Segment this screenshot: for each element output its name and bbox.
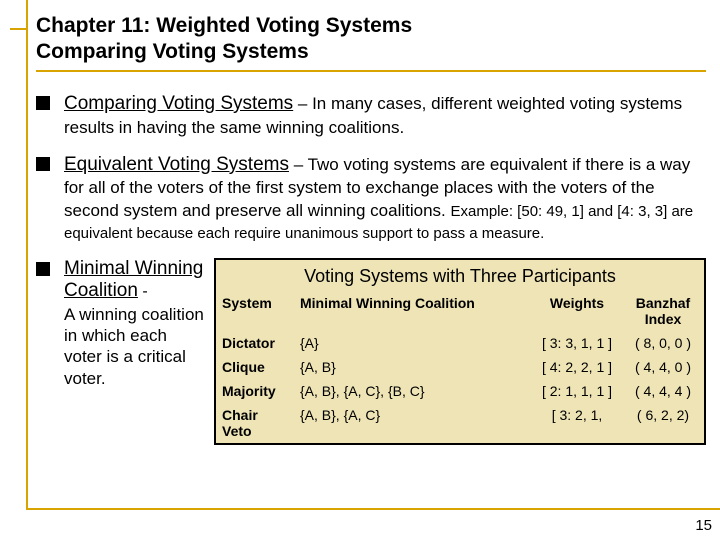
content-area: Comparing Voting Systems – In many cases… <box>36 92 706 459</box>
cell-weights: [ 4: 2, 2, 1 ] <box>532 355 622 379</box>
bullet-2-lead: Equivalent Voting Systems <box>64 154 289 175</box>
table-header-row: System Minimal Winning Coalition Weights… <box>216 291 704 331</box>
bullet-3-dash: - <box>138 283 148 300</box>
square-bullet-icon <box>36 96 50 110</box>
table-row: Dictator {A} [ 3: 3, 1, 1 ] ( 8, 0, 0 ) <box>216 331 704 355</box>
cell-weights: [ 2: 1, 1, 1 ] <box>532 379 622 403</box>
bullet-3-desc: A winning coalition in which each voter … <box>64 304 206 389</box>
chapter-title: Chapter 11: Weighted Voting Systems <box>36 14 706 38</box>
voting-systems-table: Voting Systems with Three Participants S… <box>214 258 706 445</box>
mwc-column: Minimal Winning Coalition - A winning co… <box>64 258 214 445</box>
table: System Minimal Winning Coalition Weights… <box>216 291 704 443</box>
bullet-3-lead: Minimal Winning Coalition <box>64 258 203 301</box>
cell-system: Clique <box>216 355 294 379</box>
title-underline <box>36 70 706 72</box>
bullet-1-lead: Comparing Voting Systems <box>64 93 293 114</box>
cell-banzhaf: ( 4, 4, 0 ) <box>622 355 704 379</box>
cell-mwc: {A, B}, {A, C}, {B, C} <box>294 379 532 403</box>
cell-mwc: {A} <box>294 331 532 355</box>
cell-weights: [ 3: 2, 1, <box>532 403 622 443</box>
cell-weights: [ 3: 3, 1, 1 ] <box>532 331 622 355</box>
accent-top-rule <box>10 28 26 30</box>
cell-mwc: {A, B} <box>294 355 532 379</box>
table-row: Clique {A, B} [ 4: 2, 2, 1 ] ( 4, 4, 0 ) <box>216 355 704 379</box>
cell-banzhaf: ( 6, 2, 2) <box>622 403 704 443</box>
slide-bottom-rule <box>26 508 720 510</box>
title-block: Chapter 11: Weighted Voting Systems Comp… <box>36 14 706 72</box>
cell-banzhaf: ( 4, 4, 4 ) <box>622 379 704 403</box>
bullet-2: Equivalent Voting Systems – Two voting s… <box>36 153 706 244</box>
table-title: Voting Systems with Three Participants <box>216 260 704 291</box>
th-system: System <box>216 291 294 331</box>
cell-system: Chair Veto <box>216 403 294 443</box>
bullet-1: Comparing Voting Systems – In many cases… <box>36 92 706 139</box>
table-row: Chair Veto {A, B}, {A, C} [ 3: 2, 1, ( 6… <box>216 403 704 443</box>
cell-system: Majority <box>216 379 294 403</box>
bullet-1-body: Comparing Voting Systems – In many cases… <box>64 92 706 139</box>
th-weights: Weights <box>532 291 622 331</box>
th-banzhaf: Banzhaf Index <box>622 291 704 331</box>
cell-banzhaf: ( 8, 0, 0 ) <box>622 331 704 355</box>
th-mwc: Minimal Winning Coalition <box>294 291 532 331</box>
page-number: 15 <box>695 517 712 534</box>
section-title: Comparing Voting Systems <box>36 40 706 64</box>
square-bullet-icon <box>36 262 50 276</box>
bullet-3-row: Minimal Winning Coalition - A winning co… <box>36 258 706 445</box>
bullet-2-body: Equivalent Voting Systems – Two voting s… <box>64 153 706 244</box>
cell-mwc: {A, B}, {A, C} <box>294 403 532 443</box>
square-bullet-icon <box>36 157 50 171</box>
table-row: Majority {A, B}, {A, C}, {B, C} [ 2: 1, … <box>216 379 704 403</box>
cell-system: Dictator <box>216 331 294 355</box>
